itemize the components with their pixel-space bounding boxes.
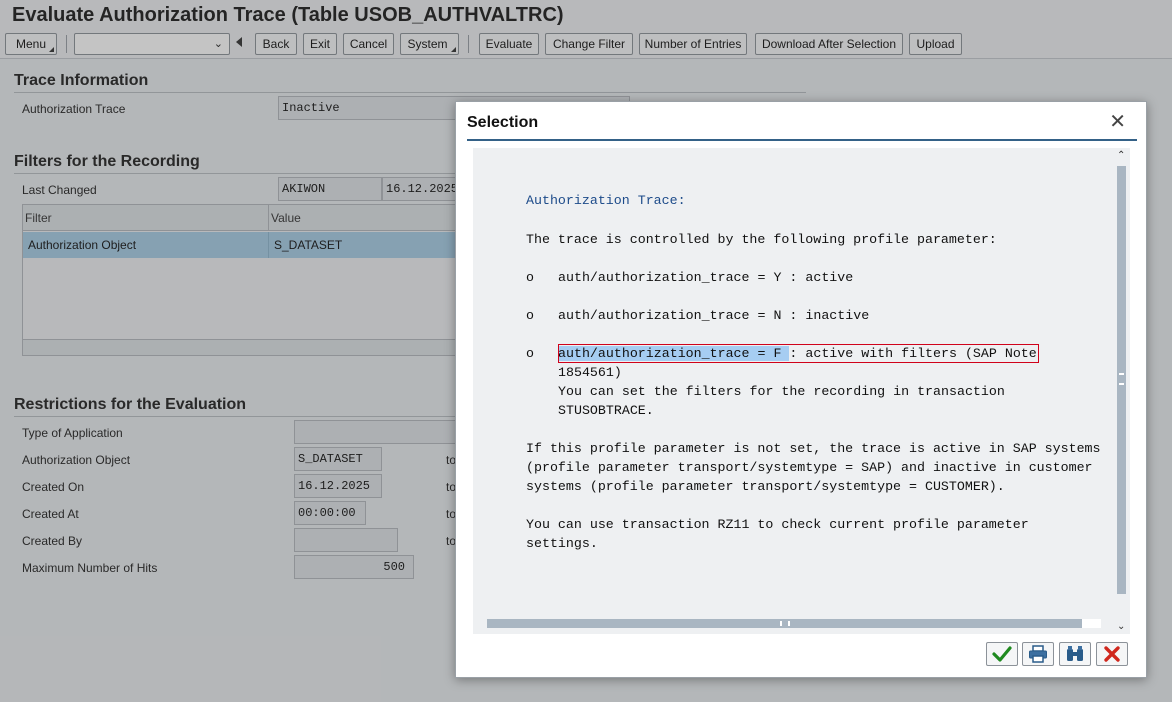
cancel-dialog-button[interactable] xyxy=(1096,642,1128,666)
scrollbar-thumb[interactable] xyxy=(487,619,1082,628)
confirm-button[interactable] xyxy=(986,642,1018,666)
dialog-title: Selection xyxy=(467,114,539,131)
help-item-n: auth/authorization_trace = N : inactive xyxy=(558,308,870,323)
horizontal-scrollbar[interactable] xyxy=(487,619,1101,628)
highlight-frame xyxy=(558,344,1039,363)
dialog-title-underline xyxy=(467,139,1137,141)
check-icon xyxy=(992,646,1012,662)
vertical-scrollbar[interactable]: ⌃ ⌄ xyxy=(1113,148,1130,632)
bullet: o xyxy=(526,270,534,285)
bullet: o xyxy=(526,346,534,361)
help-paragraph: systems (profile parameter transport/sys… xyxy=(526,479,1005,494)
help-item-f-note: 1854561) xyxy=(558,365,622,380)
cancel-x-icon xyxy=(1104,646,1120,662)
scroll-down-icon[interactable]: ⌄ xyxy=(1117,621,1125,632)
find-button[interactable] xyxy=(1059,642,1091,666)
scrollbar-thumb[interactable] xyxy=(1117,166,1126,594)
help-intro: The trace is controlled by the following… xyxy=(526,232,997,247)
help-text-panel: Authorization Trace: The trace is contro… xyxy=(473,148,1130,634)
close-icon[interactable]: ✕ xyxy=(1109,112,1126,132)
help-item-f-desc: STUSOBTRACE. xyxy=(558,403,654,418)
print-icon xyxy=(1029,645,1047,663)
help-paragraph: settings. xyxy=(526,536,598,551)
help-item-f-desc: You can set the filters for the recordin… xyxy=(558,384,1005,399)
help-item-y: auth/authorization_trace = Y : active xyxy=(558,270,854,285)
binoculars-icon xyxy=(1067,646,1083,661)
print-button[interactable] xyxy=(1022,642,1054,666)
help-text-area: Authorization Trace: The trace is contro… xyxy=(473,148,1113,618)
scroll-up-icon[interactable]: ⌃ xyxy=(1117,150,1125,161)
help-paragraph: If this profile parameter is not set, th… xyxy=(526,441,1101,456)
bullet: o xyxy=(526,308,534,323)
selection-dialog: Selection ✕ Authorization Trace: The tra… xyxy=(455,101,1147,678)
help-paragraph: You can use transaction RZ11 to check cu… xyxy=(526,517,1029,532)
help-paragraph: (profile parameter transport/systemtype … xyxy=(526,460,1093,475)
help-heading: Authorization Trace: xyxy=(526,193,686,208)
